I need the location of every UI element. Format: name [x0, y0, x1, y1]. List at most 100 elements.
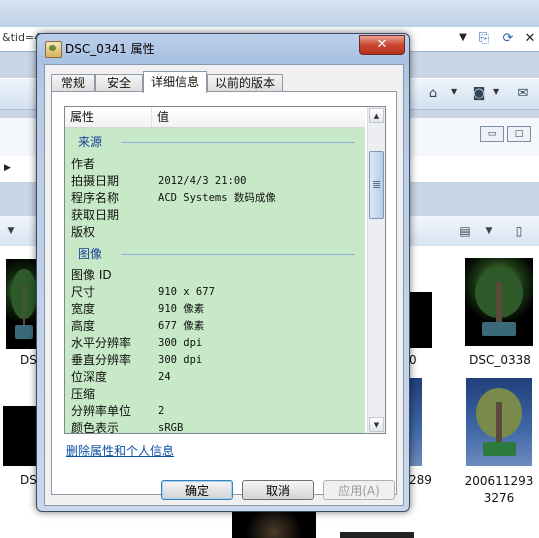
- group-header-image[interactable]: 图像: [65, 246, 365, 263]
- file-thumbnail[interactable]: [466, 378, 532, 466]
- property-name: 垂直分辨率: [71, 353, 132, 367]
- list-item[interactable]: 尺寸 910 x 677: [65, 284, 365, 301]
- property-name: 高度: [71, 319, 96, 333]
- property-name: 分辨率单位: [71, 404, 132, 418]
- tab-details[interactable]: 详细信息: [143, 71, 207, 93]
- stop-icon[interactable]: ✕: [520, 29, 539, 49]
- list-body: 来源 作者 拍摄日期 2012/4/3 21:00 程序名称 ACD Systems…: [65, 128, 365, 433]
- list-item[interactable]: 获取日期: [65, 207, 365, 224]
- explorer-title-strip: [0, 0, 539, 27]
- list-item[interactable]: 图像 ID: [65, 267, 365, 284]
- grip-line: [373, 183, 380, 184]
- grip-line: [373, 187, 380, 188]
- list-item[interactable]: 颜色表示 sRGB: [65, 420, 365, 434]
- property-value: ACD Systems 数码成像: [158, 192, 276, 204]
- property-name: 程序名称: [71, 191, 120, 205]
- file-label[interactable]: DSC_0338: [460, 353, 539, 367]
- column-header-value[interactable]: 值: [152, 107, 365, 127]
- views-dropdown-icon[interactable]: ▼: [480, 223, 498, 239]
- home-dropdown-icon[interactable]: ▼: [451, 87, 457, 96]
- compatibility-view-icon[interactable]: ⎘: [474, 29, 494, 49]
- list-item[interactable]: 水平分辨率 300 dpi: [65, 335, 365, 352]
- list-item[interactable]: 版权: [65, 224, 365, 241]
- grip-line: [373, 185, 380, 186]
- list-item[interactable]: 压缩: [65, 386, 365, 403]
- group-divider: [121, 142, 355, 143]
- property-value: 300 dpi: [158, 354, 203, 366]
- address-dropdown-icon[interactable]: ▼: [455, 29, 471, 47]
- dialog-title: DSC_0341 属性: [65, 42, 155, 56]
- property-name: 图像 ID: [71, 268, 112, 282]
- list-item[interactable]: 垂直分辨率 300 dpi: [65, 352, 365, 369]
- file-label[interactable]: 0: [409, 353, 429, 367]
- file-thumbnail[interactable]: [408, 378, 422, 466]
- property-name: 作者: [71, 157, 96, 171]
- property-value: 2012/4/3 21:00: [158, 175, 247, 187]
- remove-properties-link[interactable]: 删除属性和个人信息: [66, 442, 174, 459]
- group-header-source[interactable]: 来源: [65, 134, 365, 151]
- maximize-icon[interactable]: □: [507, 126, 531, 142]
- list-item[interactable]: 宽度 910 像素: [65, 301, 365, 318]
- list-item[interactable]: 位深度 24: [65, 369, 365, 386]
- expand-arrow-icon[interactable]: ▶: [4, 163, 11, 173]
- property-value: 910 像素: [158, 303, 205, 315]
- property-name: 拍摄日期: [71, 174, 120, 188]
- feeds-dropdown-icon[interactable]: ▼: [493, 87, 499, 96]
- organize-dropdown-icon[interactable]: ▼: [2, 223, 20, 239]
- views-icon[interactable]: ▤: [456, 223, 474, 239]
- property-value: 2: [158, 405, 165, 417]
- group-divider: [121, 254, 355, 255]
- property-name: 获取日期: [71, 208, 120, 222]
- file-thumbnail[interactable]: [465, 258, 533, 346]
- list-item[interactable]: 分辨率单位 2: [65, 403, 365, 420]
- property-name: 颜色表示: [71, 421, 120, 434]
- minimize-icon[interactable]: ▭: [480, 126, 504, 142]
- property-name: 宽度: [71, 302, 96, 316]
- property-value: 677 像素: [158, 320, 205, 332]
- property-value: 24: [158, 371, 171, 383]
- vertical-scrollbar[interactable]: ▲ ▼: [367, 107, 385, 433]
- apply-button[interactable]: 应用(A): [323, 480, 395, 500]
- property-name: 水平分辨率: [71, 336, 132, 350]
- scroll-up-icon[interactable]: ▲: [369, 108, 384, 123]
- refresh-icon[interactable]: ⟳: [498, 29, 518, 49]
- cancel-button[interactable]: 取消: [242, 480, 314, 500]
- grip-line: [373, 181, 380, 182]
- details-panel: 属性 值 来源 作者 拍摄日期 2012/4/3 21:00 程序名称 ACD Sy…: [51, 91, 397, 495]
- list-header: 属性 值: [65, 107, 365, 128]
- list-item[interactable]: 高度 677 像素: [65, 318, 365, 335]
- list-item[interactable]: 程序名称 ACD Systems 数码成像: [65, 190, 365, 207]
- property-value: sRGB: [158, 422, 184, 434]
- file-thumbnail[interactable]: [3, 406, 37, 466]
- ok-button[interactable]: 确定: [161, 480, 233, 500]
- group-label: 来源: [78, 135, 103, 149]
- list-item[interactable]: 拍摄日期 2012/4/3 21:00: [65, 173, 365, 190]
- scroll-thumb[interactable]: [369, 151, 384, 219]
- property-value: 300 dpi: [158, 337, 203, 349]
- property-name: 压缩: [71, 387, 96, 401]
- file-label[interactable]: 289: [409, 473, 439, 487]
- file-thumbnail[interactable]: [408, 292, 432, 348]
- mail-icon[interactable]: ✉: [514, 85, 532, 103]
- dialog-titlebar[interactable]: DSC_0341 属性 ✕: [37, 34, 409, 62]
- property-value: 910 x 677: [158, 286, 215, 298]
- scroll-down-icon[interactable]: ▼: [369, 417, 384, 432]
- file-label[interactable]: 2006112933276: [464, 473, 534, 507]
- file-thumbnail[interactable]: [340, 532, 414, 538]
- close-button[interactable]: ✕: [359, 35, 405, 55]
- image-file-icon: [45, 41, 62, 58]
- file-thumbnail[interactable]: [232, 510, 316, 538]
- property-name: 版权: [71, 225, 96, 239]
- preview-pane-icon[interactable]: ▯: [510, 223, 528, 239]
- property-name: 位深度: [71, 370, 108, 384]
- home-icon[interactable]: ⌂: [424, 85, 442, 103]
- tab-previous-versions[interactable]: 以前的版本: [207, 74, 283, 92]
- property-list[interactable]: 属性 值 来源 作者 拍摄日期 2012/4/3 21:00 程序名称 ACD Sy…: [64, 106, 386, 434]
- properties-dialog: DSC_0341 属性 ✕ 常规 安全 详细信息 以前的版本 属性 值 来源 作…: [36, 33, 410, 512]
- list-item[interactable]: 作者: [65, 156, 365, 173]
- tab-security[interactable]: 安全: [95, 74, 143, 92]
- feeds-icon[interactable]: ◙: [470, 85, 488, 103]
- column-header-property[interactable]: 属性: [65, 107, 152, 127]
- tab-general[interactable]: 常规: [51, 74, 95, 92]
- property-name: 尺寸: [71, 285, 96, 299]
